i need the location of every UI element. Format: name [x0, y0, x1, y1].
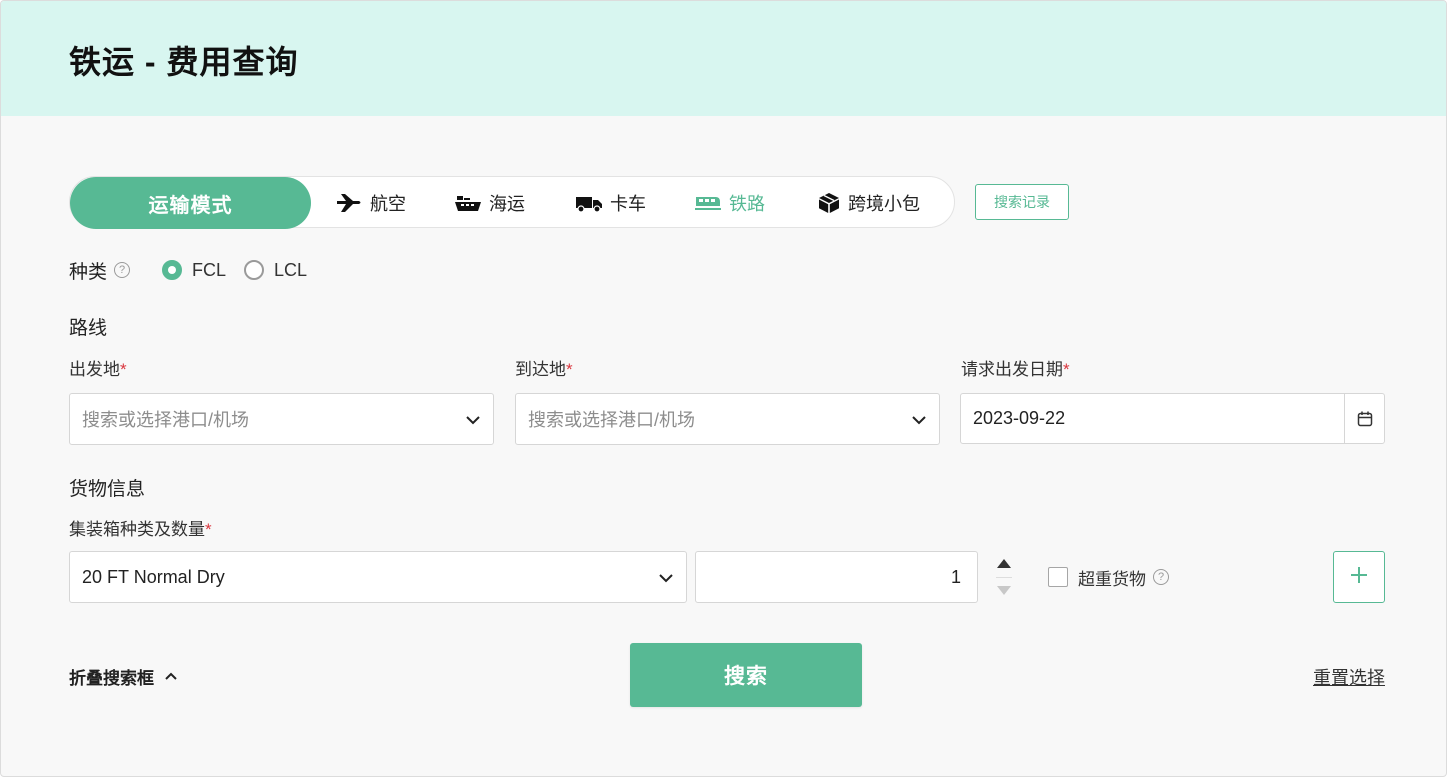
required-mark: *: [120, 360, 127, 379]
quantity-value: 1: [950, 566, 961, 587]
container-label: 集装箱种类及数量*: [69, 515, 212, 540]
mode-tab-truck-label: 卡车: [610, 194, 646, 214]
package-icon: [818, 192, 840, 214]
train-icon: [695, 193, 721, 213]
chevron-down-icon: [658, 567, 674, 588]
calendar-icon[interactable]: [1344, 394, 1384, 443]
add-container-button[interactable]: [1333, 551, 1385, 603]
required-mark: *: [1063, 360, 1070, 379]
search-history-button[interactable]: 搜索记录: [975, 184, 1069, 220]
departure-date-value: 2023-09-22: [973, 408, 1066, 428]
mode-tab-rail[interactable]: 铁路: [695, 177, 765, 229]
mode-tab-air-label: 航空: [370, 194, 406, 214]
container-type-select[interactable]: 20 FT Normal Dry: [69, 551, 687, 603]
origin-label-text: 出发地: [69, 360, 120, 379]
mode-tab-parcel-label: 跨境小包: [848, 194, 920, 214]
overweight-label: 超重货物: [1078, 569, 1146, 589]
mode-tab-sea-label: 海运: [489, 194, 525, 214]
date-label: 请求出发日期*: [961, 355, 1070, 380]
mode-tab-air[interactable]: 航空: [336, 177, 406, 229]
mode-tab-sea[interactable]: 海运: [455, 177, 525, 229]
plus-icon: [1349, 565, 1369, 590]
category-label: 种类: [69, 261, 108, 283]
destination-select[interactable]: 搜索或选择港口/机场: [515, 393, 940, 445]
page-title: 铁运 - 费用查询: [69, 44, 299, 80]
transport-mode-label: 运输模式: [70, 177, 311, 229]
transport-mode-bar: 运输模式 航空 海运 卡车 铁路 跨境小包: [69, 176, 955, 229]
mode-tab-parcel[interactable]: 跨境小包: [818, 177, 920, 229]
mode-tab-rail-label: 铁路: [729, 194, 765, 214]
page-header: 铁运 - 费用查询: [1, 1, 1446, 116]
destination-placeholder: 搜索或选择港口/机场: [528, 410, 696, 430]
help-icon[interactable]: ?: [1153, 569, 1169, 585]
stepper-divider: [996, 577, 1012, 578]
origin-select[interactable]: 搜索或选择港口/机场: [69, 393, 494, 445]
decrement-arrow-icon[interactable]: [997, 586, 1011, 595]
departure-date-input[interactable]: 2023-09-22: [960, 393, 1385, 444]
chevron-down-icon: [911, 409, 927, 430]
overweight-option[interactable]: 超重货物 ?: [1048, 566, 1169, 589]
collapse-label: 折叠搜索框: [69, 668, 154, 688]
reset-selection-link[interactable]: 重置选择: [1313, 664, 1385, 690]
required-mark: *: [205, 520, 212, 539]
mode-tab-truck[interactable]: 卡车: [576, 177, 646, 229]
chevron-up-icon: [164, 666, 178, 686]
overweight-checkbox[interactable]: [1048, 567, 1068, 587]
truck-icon: [576, 193, 602, 213]
quantity-stepper[interactable]: [994, 555, 1014, 601]
query-panel: 铁运 - 费用查询 运输模式 航空 海运 卡车 铁路 跨境小包 搜索记录 种类 …: [0, 0, 1447, 777]
date-label-text: 请求出发日期: [961, 360, 1063, 379]
radio-lcl-label: LCL: [274, 259, 308, 280]
destination-label-text: 到达地: [515, 360, 566, 379]
cargo-section-title: 货物信息: [69, 479, 146, 500]
help-icon[interactable]: ?: [114, 262, 131, 278]
search-button[interactable]: 搜索: [630, 643, 862, 707]
radio-fcl-label: FCL: [192, 259, 227, 280]
chevron-down-icon: [465, 409, 481, 430]
plane-icon: [336, 193, 362, 213]
destination-label: 到达地*: [515, 355, 573, 380]
quantity-input[interactable]: 1: [695, 551, 978, 603]
origin-placeholder: 搜索或选择港口/机场: [82, 410, 250, 430]
radio-lcl-indicator[interactable]: [244, 260, 265, 280]
container-label-text: 集装箱种类及数量: [69, 520, 205, 539]
ship-icon: [455, 193, 481, 213]
increment-arrow-icon[interactable]: [997, 559, 1011, 568]
required-mark: *: [566, 360, 573, 379]
radio-fcl-indicator[interactable]: [162, 260, 183, 280]
radio-fcl[interactable]: FCL: [162, 260, 226, 281]
category-row: 种类 ? FCL LCL: [69, 255, 307, 285]
origin-label: 出发地*: [69, 355, 127, 380]
collapse-search-toggle[interactable]: 折叠搜索框: [69, 663, 178, 689]
route-section-title: 路线: [69, 318, 108, 339]
container-type-value: 20 FT Normal Dry: [82, 566, 225, 587]
radio-lcl[interactable]: LCL: [244, 260, 307, 281]
